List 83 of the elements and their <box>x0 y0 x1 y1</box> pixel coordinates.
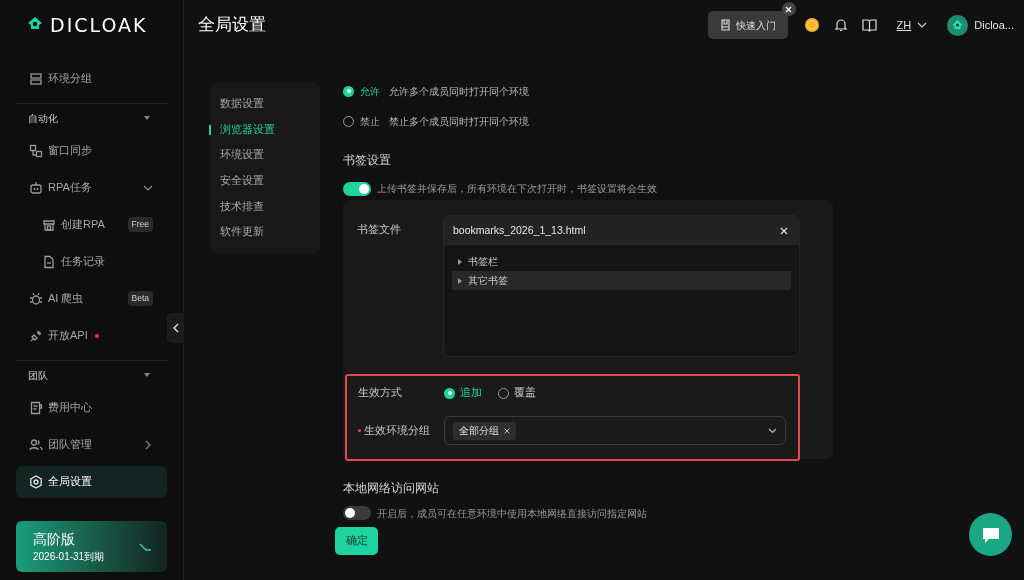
chat-bubble-icon <box>980 525 1001 544</box>
grid-icon <box>29 71 43 86</box>
window-sync-icon <box>29 143 43 158</box>
settings-menu-item[interactable]: 数据设置 <box>210 91 320 117</box>
file-name: bookmarks_2026_1_13.html <box>453 222 586 238</box>
sidebar-item[interactable]: 环境分组 <box>16 62 167 95</box>
language-dropdown[interactable]: ZH <box>896 16 928 34</box>
local-network-toggle[interactable] <box>343 506 371 520</box>
settings-menu-item[interactable]: 技术排查 <box>210 193 320 220</box>
field-label: 书签文件 <box>357 222 402 238</box>
group-select[interactable]: 全部分组 <box>444 416 786 446</box>
radio-label: 禁止 <box>360 114 380 129</box>
settings-menu-item[interactable]: 环境设置 <box>210 142 320 168</box>
bookmarks-toggle[interactable] <box>343 181 371 196</box>
settings-menu-item[interactable]: 安全设置 <box>210 168 320 194</box>
sidebar-item[interactable]: 任务记录 <box>16 245 167 278</box>
sidebar-item[interactable]: AI 爬虫 Beta <box>16 282 167 315</box>
radio-label: 覆盖 <box>514 385 536 401</box>
field-label: 生效方式 <box>358 385 403 401</box>
toggle-hint: 上传书签并保存后，所有环境在下次打开时，书签设置将会生效 <box>377 182 657 197</box>
sidebar-item[interactable]: 全局设置 <box>16 465 167 498</box>
hexagon-settings-icon <box>29 474 43 489</box>
radio-description: 禁止多个成员同时打开同个环境 <box>389 114 529 129</box>
collapse-sidebar-button[interactable] <box>167 313 184 343</box>
users-icon <box>29 437 43 452</box>
chat-button[interactable] <box>969 513 1012 556</box>
plan-expiry: 2026-01-31到期 <box>33 549 105 564</box>
close-icon <box>504 427 510 434</box>
sidebar-item[interactable]: 窗口同步 <box>16 134 167 167</box>
tree-item[interactable]: 其它书签 <box>452 271 791 291</box>
settings-menu-item[interactable]: 浏览器设置 <box>210 116 320 143</box>
plug-icon <box>29 328 43 343</box>
store-icon <box>42 217 56 232</box>
coin-icon <box>803 17 820 33</box>
document-icon <box>42 254 56 269</box>
radio-description: 允许多个成员同时打开同个环境 <box>389 84 529 99</box>
bug-icon <box>29 291 43 306</box>
sidebar-item[interactable]: 开放API <box>16 319 167 352</box>
field-label: 生效环境分组 <box>364 422 430 438</box>
arrow-right-icon <box>139 542 151 551</box>
section-title: 书签设置 <box>343 153 392 168</box>
close-icon <box>785 5 793 13</box>
section-label: 自动化 <box>28 111 58 126</box>
badge: Beta <box>127 291 153 306</box>
plan-name: 高阶版 <box>33 529 76 549</box>
page-title: 全局设置 <box>198 14 266 37</box>
badge: Free <box>127 217 153 232</box>
coin-button[interactable] <box>803 17 820 33</box>
quick-start-button[interactable]: 快速入门 <box>707 11 788 39</box>
radio-button[interactable] <box>343 85 354 97</box>
avatar-icon <box>947 14 969 36</box>
close-button[interactable] <box>781 2 796 16</box>
robot-icon <box>29 180 43 195</box>
sidebar-item[interactable]: 团队管理 <box>16 428 167 461</box>
sidebar-item[interactable]: 费用中心 <box>16 391 167 424</box>
tree-item[interactable]: 书签栏 <box>452 252 791 272</box>
bell-icon <box>833 18 848 32</box>
section-title: 本地网络访问网站 <box>343 481 440 497</box>
docs-button[interactable] <box>861 18 877 32</box>
sidebar-item[interactable]: 创建RPA Free <box>16 208 167 241</box>
section-label: 团队 <box>28 368 48 383</box>
radio-label: 允许 <box>360 84 380 99</box>
caret-right-icon <box>458 258 462 265</box>
notifications-button[interactable] <box>833 18 848 32</box>
book-icon <box>861 18 877 32</box>
confirm-button[interactable]: 确定 <box>335 526 378 555</box>
user-menu[interactable]: Dicloa... <box>947 14 1014 36</box>
bookmark-icon <box>719 19 731 31</box>
chevron-down-icon <box>917 22 928 28</box>
receipt-icon <box>29 400 43 415</box>
radio-label: 追加 <box>460 385 482 401</box>
remove-file-button[interactable] <box>780 225 790 236</box>
radio-button[interactable] <box>444 387 455 399</box>
caret-right-icon <box>458 277 462 284</box>
close-icon <box>780 226 788 235</box>
toggle-hint: 开启后，成员可在任意环境中使用本地网络直接访问指定网站 <box>377 506 647 521</box>
group-tag[interactable]: 全部分组 <box>453 421 516 440</box>
plan-card[interactable]: 高阶版 2026-01-31到期 <box>16 521 167 572</box>
chevron-down-icon <box>768 427 777 434</box>
settings-menu-item[interactable]: 软件更新 <box>210 219 320 246</box>
logo-text: DICLOAK <box>50 15 148 35</box>
chevron-left-icon <box>172 323 179 333</box>
sidebar-item[interactable]: RPA任务 <box>16 171 167 204</box>
